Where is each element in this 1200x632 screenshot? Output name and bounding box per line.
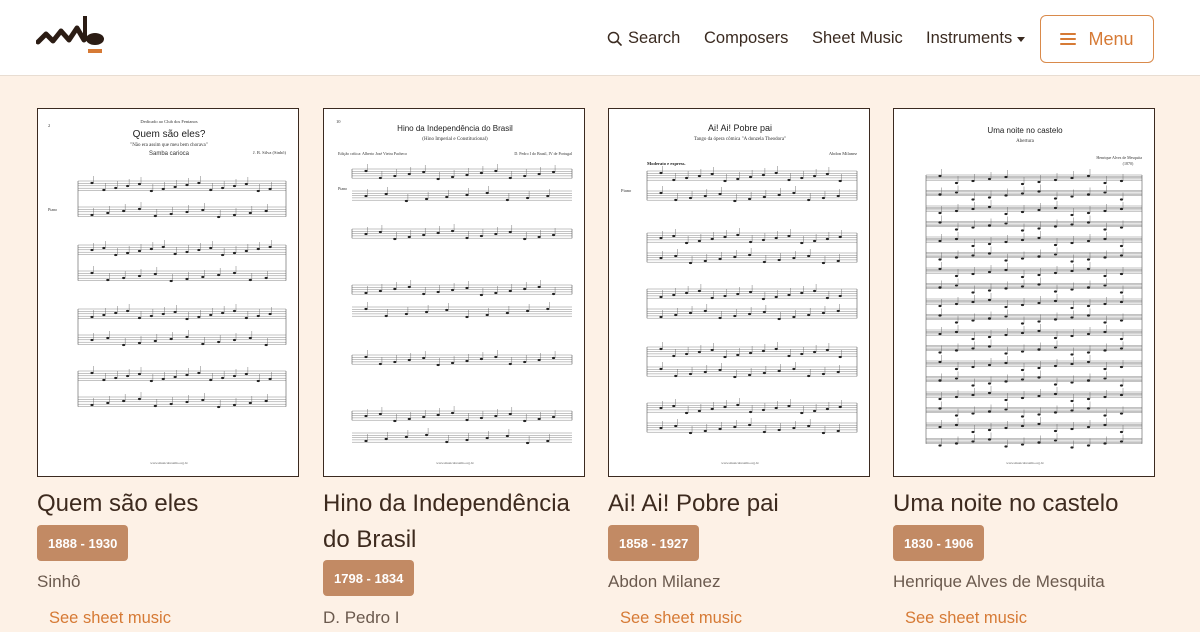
sheet-author: D. Pedro I do Brasil, IV de Portugal bbox=[514, 151, 572, 157]
composer-name: Sinhô bbox=[37, 572, 81, 591]
sheet-subtitle: Tango da ópera cômica "A donzela Theodor… bbox=[694, 137, 786, 142]
instruments-label: Instruments bbox=[926, 28, 1013, 47]
composers-link[interactable]: Composers bbox=[704, 0, 788, 76]
sheet-heading: Quem são eles? bbox=[133, 129, 206, 140]
sheet-thumbnail[interactable]: 10 Hino da Independência do Brasil (Hino… bbox=[323, 108, 585, 477]
sheet-footer: www.musicabrasilis.org.br bbox=[150, 461, 188, 465]
work-title[interactable]: Quem são eles bbox=[37, 486, 307, 522]
instruments-dropdown[interactable]: Instruments bbox=[926, 0, 1026, 76]
sheet-edition: Edição crítica: Alberto José Vieira Pach… bbox=[338, 151, 407, 156]
sheet-instrument: Piano bbox=[338, 186, 347, 191]
menu-button[interactable]: Menu bbox=[1040, 15, 1154, 63]
composer-dates-badge: 1798 - 1834 bbox=[323, 560, 415, 596]
hamburger-icon bbox=[1060, 33, 1077, 45]
composer-name: Henrique Alves de Mesquita bbox=[893, 572, 1105, 591]
sheet-footer: www.musicabrasilis.org.br bbox=[1006, 461, 1044, 465]
work-card: Ai! Ai! Pobre pai Tango da ópera cômica … bbox=[608, 108, 870, 627]
sheet-style: Samba carioca bbox=[149, 151, 190, 157]
composer-dates-badge: 1830 - 1906 bbox=[893, 525, 985, 561]
sheet-heading: Uma noite no castelo bbox=[987, 126, 1063, 135]
composer-name: D. Pedro I bbox=[323, 608, 400, 627]
sheet-footer: www.musicabrasilis.org.br bbox=[721, 461, 759, 465]
see-sheet-music-link[interactable]: See sheet music bbox=[620, 609, 742, 628]
sheet-thumbnail[interactable]: 2 Dedicado ao Club dos Fenianos Quem são… bbox=[37, 108, 299, 477]
sheet-thumbnail[interactable]: Ai! Ai! Pobre pai Tango da ópera cômica … bbox=[608, 108, 870, 477]
composer-name: Abdon Milanez bbox=[608, 572, 721, 591]
work-card: 10 Hino da Independência do Brasil (Hino… bbox=[323, 108, 585, 627]
sheet-page-number: 10 bbox=[336, 119, 341, 124]
sheet-dedication: Dedicado ao Club dos Fenianos bbox=[140, 119, 197, 124]
menu-label: Menu bbox=[1088, 28, 1134, 49]
sheet-tempo: Moderato e express. bbox=[647, 161, 686, 166]
work-title[interactable]: Ai! Ai! Pobre pai bbox=[608, 486, 878, 522]
sheet-author: Henrique Alves de Mesquita bbox=[1096, 155, 1142, 160]
sheet-heading: Ai! Ai! Pobre pai bbox=[708, 123, 772, 133]
sheet-instrument: Piano bbox=[48, 207, 57, 212]
sheet-subtitle: (Hino Imperial e Constitucional) bbox=[422, 137, 488, 142]
sheet-author: J. B. Silva (Sinhô) bbox=[253, 150, 287, 155]
sheet-year: (1870) bbox=[1123, 161, 1134, 166]
work-title[interactable]: Hino da Independência do Brasil bbox=[323, 486, 593, 558]
sheet-music-link[interactable]: Sheet Music bbox=[812, 0, 903, 76]
search-label: Search bbox=[628, 28, 681, 47]
work-card: 2 Dedicado ao Club dos Fenianos Quem são… bbox=[37, 108, 299, 627]
top-navigation-bar: Search Composers Sheet Music Instruments… bbox=[0, 0, 1200, 76]
sheet-thumbnail[interactable]: Uma noite no castelo Abertura Henrique A… bbox=[893, 108, 1155, 477]
sheet-footer: www.musicabrasilis.org.br bbox=[436, 461, 474, 465]
see-sheet-music-link[interactable]: See sheet music bbox=[905, 609, 1027, 628]
work-card: Uma noite no castelo Abertura Henrique A… bbox=[893, 108, 1155, 627]
sheet-instrument: Piano bbox=[621, 188, 632, 193]
composer-dates-badge: 1888 - 1930 bbox=[37, 525, 129, 561]
sheet-author: Abdon Milanez bbox=[829, 151, 857, 156]
see-sheet-music-link[interactable]: See sheet music bbox=[49, 609, 171, 628]
search-link[interactable]: Search bbox=[607, 0, 680, 76]
sheet-subtitle: Abertura bbox=[1016, 139, 1035, 144]
sheet-subtitle: "Não era assim que meu bem chorava" bbox=[130, 143, 208, 148]
search-icon bbox=[607, 31, 622, 46]
sheet-page-number: 2 bbox=[48, 123, 50, 128]
work-title[interactable]: Uma noite no castelo bbox=[893, 486, 1163, 522]
caret-down-icon bbox=[1017, 36, 1026, 42]
sheet-heading: Hino da Independência do Brasil bbox=[397, 124, 513, 133]
composer-dates-badge: 1858 - 1927 bbox=[608, 525, 700, 561]
musica-brasilis-logo[interactable] bbox=[35, 16, 108, 60]
